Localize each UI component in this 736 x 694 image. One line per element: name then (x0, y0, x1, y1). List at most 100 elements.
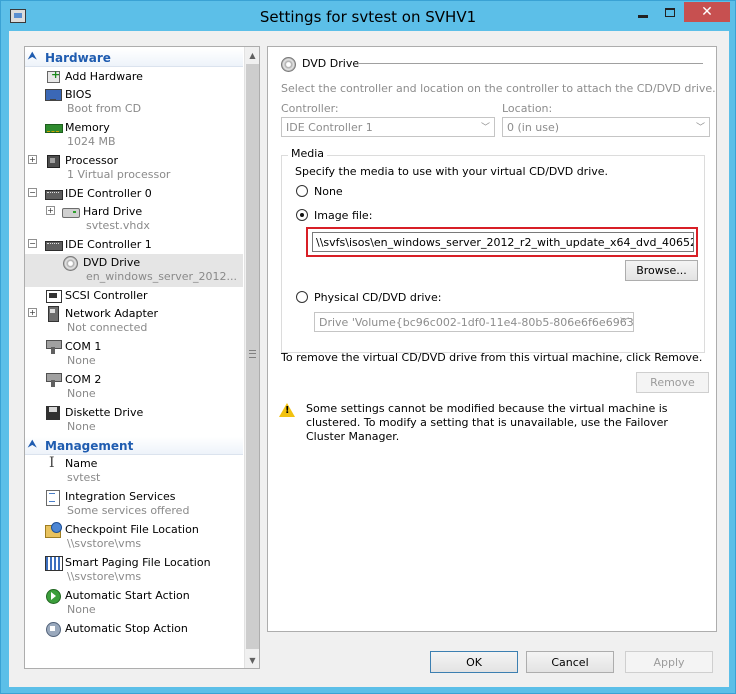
controller-hint: Select the controller and location on th… (281, 82, 716, 95)
tree-item-integration-services[interactable]: Integration Services Some services offer… (25, 488, 243, 521)
tree-item-label: COM 1 (65, 340, 102, 353)
tree-item-bios[interactable]: BIOS Boot from CD (25, 86, 243, 119)
tree-item-label: COM 2 (65, 373, 102, 386)
tree-item-sub: Some services offered (67, 504, 190, 517)
close-button[interactable]: ✕ (684, 2, 730, 22)
collapse-icon[interactable]: − (28, 239, 37, 248)
tree-item-smart-paging[interactable]: Smart Paging File Location \\svstore\vms (25, 554, 243, 587)
tree-item-sub: \\svstore\vms (67, 570, 142, 583)
expand-icon[interactable]: + (28, 308, 37, 317)
radio-image-file[interactable] (296, 209, 308, 221)
section-management[interactable]: ⮝ Management (25, 437, 243, 455)
tree-item-label: Diskette Drive (65, 406, 144, 419)
tree-item-auto-stop[interactable]: Automatic Stop Action (25, 620, 243, 653)
tree-item-auto-start[interactable]: Automatic Start Action None (25, 587, 243, 620)
tree-item-network-adapter[interactable]: + Network Adapter Not connected (25, 305, 243, 338)
physical-drive-value: Drive 'Volume{bc96c002-1df0-11e4-80b5-80… (319, 316, 634, 329)
section-label: Hardware (45, 51, 111, 65)
tree-item-ide-controller-0[interactable]: − IDE Controller 0 (25, 185, 243, 202)
hard-drive-icon (62, 204, 80, 219)
tree-item-checkpoint-location[interactable]: Checkpoint File Location \\svstore\vms (25, 521, 243, 554)
apply-button[interactable]: Apply (625, 651, 713, 673)
tree-scrollbar[interactable]: ▲ ▼ (244, 47, 259, 668)
tree-item-sub: 1024 MB (67, 135, 116, 148)
location-label: Location: (502, 102, 553, 115)
settings-tree: ⮝ Hardware Add Hardware BIOS Boot from C… (24, 46, 260, 669)
tree-item-label: Network Adapter (65, 307, 159, 320)
cancel-button[interactable]: Cancel (526, 651, 614, 673)
settings-window: Settings for svtest on SVHV1 ✕ ⮝ Hardwar… (0, 0, 736, 694)
window-title: Settings for svtest on SVHV1 (259, 8, 477, 26)
controller-select[interactable]: IDE Controller 1 ﹀ (281, 117, 495, 137)
tree-item-label: SCSI Controller (65, 289, 148, 302)
ok-button[interactable]: OK (430, 651, 518, 673)
checkpoint-icon (45, 522, 62, 538)
group-title: DVD Drive (280, 56, 359, 72)
radio-none-label[interactable]: None (314, 185, 343, 198)
cluster-warning: Some settings cannot be modified because… (306, 402, 668, 443)
scroll-up-icon[interactable]: ▲ (245, 47, 259, 63)
controller-value: IDE Controller 1 (286, 121, 373, 134)
tree-item-memory[interactable]: Memory 1024 MB (25, 119, 243, 152)
tree-item-label: BIOS (65, 88, 92, 101)
warning-icon (279, 403, 295, 418)
scsi-controller-icon (45, 288, 62, 303)
tree-item-sub: svtest (67, 471, 101, 484)
bios-icon (45, 87, 62, 102)
name-icon (45, 455, 61, 471)
tree-item-sub: Boot from CD (67, 102, 142, 115)
tree-item-dvd-drive[interactable]: DVD Drive en_windows_server_2012... (25, 254, 243, 287)
tree-item-sub: None (67, 354, 96, 367)
expand-icon[interactable]: + (46, 206, 55, 215)
divider (358, 63, 703, 64)
tree-item-hard-drive[interactable]: + Hard Drive svtest.vhdx (25, 203, 243, 236)
tree-item-sub: None (67, 420, 96, 433)
expand-icon[interactable]: + (28, 155, 37, 164)
browse-button[interactable]: Browse... (625, 260, 698, 281)
com-port-icon (45, 372, 62, 387)
chevron-down-icon: ﹀ (619, 318, 629, 328)
tree-item-label: Smart Paging File Location (65, 556, 211, 569)
tree-item-label: Automatic Start Action (65, 589, 190, 602)
collapse-icon[interactable]: − (28, 188, 37, 197)
tree-item-label: Integration Services (65, 490, 176, 503)
tree-item-label: Processor (65, 154, 118, 167)
media-legend: Media (288, 147, 328, 160)
title-bar: Settings for svtest on SVHV1 ✕ (1, 1, 735, 31)
remove-button[interactable]: Remove (636, 372, 709, 393)
tree-item-diskette-drive[interactable]: Diskette Drive None (25, 404, 243, 437)
tree-item-com1[interactable]: COM 1 None (25, 338, 243, 371)
start-action-icon (45, 588, 61, 604)
image-path-input[interactable]: \\svfs\isos\en_windows_server_2012_r2_wi… (312, 232, 694, 252)
stop-action-icon (45, 621, 61, 637)
location-select[interactable]: 0 (in use) ﹀ (502, 117, 710, 137)
maximize-button[interactable] (657, 2, 683, 22)
tree-item-processor[interactable]: + Processor 1 Virtual processor (25, 152, 243, 185)
scroll-thumb[interactable] (246, 64, 259, 649)
tree-item-sub: en_windows_server_2012... (86, 270, 238, 283)
minimize-button[interactable] (629, 2, 657, 22)
radio-none[interactable] (296, 185, 308, 197)
smart-paging-icon (45, 555, 63, 571)
tree-item-add-hardware[interactable]: Add Hardware (25, 68, 243, 85)
integration-services-icon (45, 489, 61, 506)
location-value: 0 (in use) (507, 121, 560, 134)
diskette-icon (45, 405, 61, 420)
tree-item-ide-controller-1[interactable]: − IDE Controller 1 (25, 236, 243, 253)
tree-item-label: Hard Drive (83, 205, 143, 218)
tree-item-com2[interactable]: COM 2 None (25, 371, 243, 404)
dvd-drive-icon (280, 56, 296, 72)
tree-item-scsi-controller[interactable]: SCSI Controller (25, 287, 243, 304)
radio-physical-drive[interactable] (296, 291, 308, 303)
grip-icon (249, 350, 256, 358)
physical-drive-select[interactable]: Drive 'Volume{bc96c002-1df0-11e4-80b5-80… (314, 312, 634, 332)
media-description: Specify the media to use with your virtu… (295, 165, 609, 178)
tree-item-name[interactable]: Name svtest (25, 455, 243, 488)
tree-item-label: Checkpoint File Location (65, 523, 199, 536)
ide-controller-icon (45, 186, 63, 201)
tree-item-label: Name (65, 457, 98, 470)
section-hardware[interactable]: ⮝ Hardware (25, 49, 243, 67)
radio-physical-drive-label[interactable]: Physical CD/DVD drive: (314, 291, 441, 304)
scroll-down-icon[interactable]: ▼ (245, 652, 259, 668)
radio-image-file-label[interactable]: Image file: (314, 209, 372, 222)
